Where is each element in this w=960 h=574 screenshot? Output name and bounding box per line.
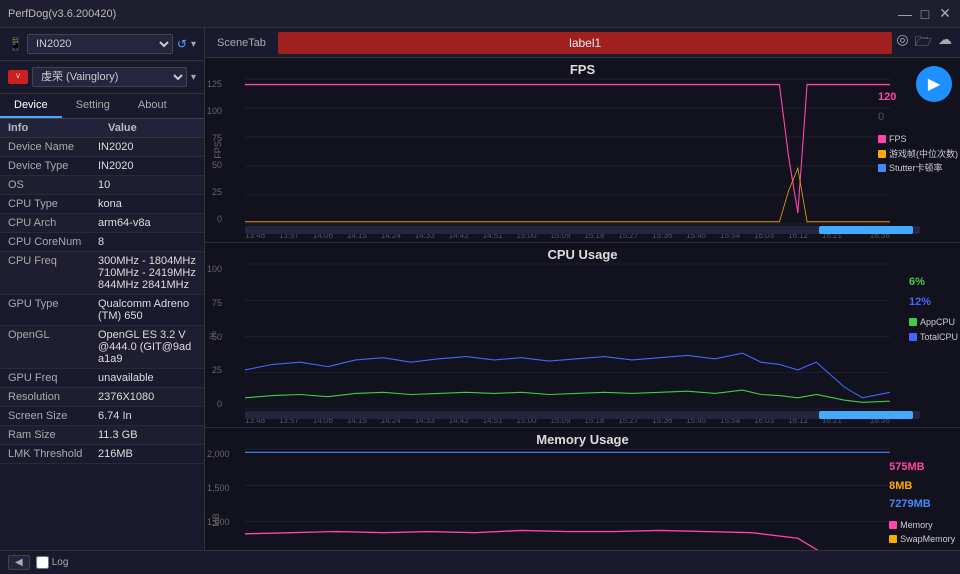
app-chevron-icon: ▾ <box>191 72 196 83</box>
fps-chart-panel: ▶ FPS 1251007550250 <box>205 58 960 243</box>
virtual-value: 7279MB <box>889 496 958 514</box>
folder-icon[interactable]: 🗁 <box>915 31 932 55</box>
info-row-2: OS10 <box>0 176 204 195</box>
info-row-10: Resolution2376X1080 <box>0 388 204 407</box>
info-row-12: Ram Size11.3 GB <box>0 426 204 445</box>
fps-zero-value: 0 <box>878 109 958 127</box>
fps-chart-title: FPS <box>205 62 960 77</box>
memory-chart-panel: Memory Usage 2,0001,5001,0005000 <box>205 428 960 550</box>
collapse-button[interactable]: ◀ <box>8 555 30 570</box>
cpu-legend-total: TotalCPU <box>909 330 958 344</box>
col-info: Info <box>8 122 98 134</box>
fps-scroll-range[interactable] <box>245 226 920 234</box>
info-row-6: CPU Freq300MHz - 1804MHz 710MHz - 2419MH… <box>0 252 204 295</box>
tab-setting[interactable]: Setting <box>62 94 124 118</box>
log-checkbox-label: Log <box>36 556 69 569</box>
scene-tab-label: SceneTab <box>209 37 274 49</box>
cpu-y-label: % <box>208 331 218 339</box>
total-cpu-value: 12% <box>909 294 958 312</box>
info-row-9: GPU Frequnavailable <box>0 369 204 388</box>
scene-tab-bar: SceneTab label1 ◎ 🗁 ☁ <box>205 28 960 58</box>
fps-legend-stutter: Stutter卡顿率 <box>878 161 958 175</box>
info-row-11: Screen Size6.74 In <box>0 407 204 426</box>
charts-scroll[interactable]: ▶ FPS 1251007550250 <box>205 58 960 550</box>
sidebar-tabs: Device Setting About <box>0 94 204 119</box>
charts-area: SceneTab label1 ◎ 🗁 ☁ ▶ FPS 125100755025… <box>205 28 960 550</box>
memory-y-axis: 2,0001,5001,0005000 <box>207 449 230 550</box>
info-table-header: Info Value <box>0 119 204 138</box>
log-checkbox[interactable] <box>36 556 49 569</box>
info-row-4: CPU Archarm64-v8a <box>0 214 204 233</box>
app-cpu-value: 6% <box>909 274 958 292</box>
app-selector[interactable]: 虔荣 (Vainglory) <box>32 67 187 87</box>
log-label: Log <box>52 557 69 568</box>
header-icons: ◎ 🗁 ☁ <box>896 31 956 55</box>
fps-legend-frame: 游戏帧(中位次数) <box>878 147 958 161</box>
info-table: Info Value Device NameIN2020Device TypeI… <box>0 119 204 550</box>
fps-chart-svg <box>245 79 890 224</box>
memory-legend-virtual: VirtualMemory <box>889 547 958 550</box>
close-button[interactable]: ✕ <box>938 7 952 21</box>
info-row-1: Device TypeIN2020 <box>0 157 204 176</box>
memory-chart-svg <box>245 449 890 550</box>
main-layout: 📱 IN2020 ↺ ▾ V 虔荣 (Vainglory) ▾ Device S… <box>0 28 960 550</box>
memory-legend-mem: Memory <box>889 518 958 532</box>
cpu-scroll-thumb[interactable] <box>819 411 914 419</box>
app-icon: V <box>8 70 28 84</box>
memory-chart-title: Memory Usage <box>205 432 960 447</box>
memory-chart-body: 2,0001,5001,0005000 <box>245 449 890 550</box>
memory-legend-swap: SwapMemory <box>889 532 958 546</box>
info-row-3: CPU Typekona <box>0 195 204 214</box>
col-value: Value <box>108 122 137 134</box>
maximize-button[interactable]: □ <box>918 7 932 21</box>
cpu-chart-panel: CPU Usage 1007550250 <box>205 243 960 428</box>
info-row-8: OpenGLOpenGL ES 3.2 V@444.0 (GIT@9ada1a9 <box>0 326 204 369</box>
fps-legend-fps: FPS <box>878 132 958 146</box>
device-select-row: 📱 IN2020 ↺ ▾ <box>0 28 204 61</box>
fps-chart-body: 1251007550250 <box>245 79 890 224</box>
cpu-chart-body: 1007550250 6% 1 <box>245 264 890 409</box>
refresh-icon[interactable]: ↺ <box>177 37 187 51</box>
fps-y-label: FPS <box>213 141 223 159</box>
app-select-row: V 虔荣 (Vainglory) ▾ <box>0 61 204 94</box>
cpu-chart-title: CPU Usage <box>205 247 960 262</box>
info-row-5: CPU CoreNum8 <box>0 233 204 252</box>
cloud-icon[interactable]: ☁ <box>938 31 952 55</box>
memory-value: 575MB <box>889 459 958 477</box>
bottom-bar: ◀ Log <box>0 550 960 574</box>
info-row-13: LMK Threshold216MB <box>0 445 204 464</box>
scene-label1[interactable]: label1 <box>278 32 892 54</box>
title-bar: PerfDog(v3.6.200420) — □ ✕ <box>0 0 960 28</box>
cpu-scroll-range[interactable] <box>245 411 920 419</box>
chevron-down-icon: ▾ <box>191 39 196 50</box>
device-icon: 📱 <box>8 37 23 51</box>
cpu-legend: 6% 12% AppCPU TotalCPU <box>909 274 958 344</box>
info-row-7: GPU TypeQualcomm Adreno (TM) 650 <box>0 295 204 326</box>
minimize-button[interactable]: — <box>898 7 912 21</box>
cpu-chart-svg <box>245 264 890 409</box>
info-row-0: Device NameIN2020 <box>0 138 204 157</box>
memory-y-label: MB <box>211 513 221 527</box>
cpu-legend-app: AppCPU <box>909 315 958 329</box>
window-controls: — □ ✕ <box>898 7 952 21</box>
location-icon[interactable]: ◎ <box>896 31 908 55</box>
app-title: PerfDog(v3.6.200420) <box>8 8 116 20</box>
tab-device[interactable]: Device <box>0 94 62 118</box>
fps-scroll-thumb[interactable] <box>819 226 914 234</box>
memory-legend: 575MB 8MB 7279MB Memory SwapMemory <box>889 459 958 550</box>
play-button[interactable]: ▶ <box>916 66 952 102</box>
device-selector[interactable]: IN2020 <box>27 34 173 54</box>
sidebar: 📱 IN2020 ↺ ▾ V 虔荣 (Vainglory) ▾ Device S… <box>0 28 205 550</box>
fps-legend: 120 0 FPS 游戏帧(中位次数) Stutter卡顿率 <box>878 89 958 175</box>
swap-value: 8MB <box>889 478 958 496</box>
tab-about[interactable]: About <box>124 94 181 118</box>
